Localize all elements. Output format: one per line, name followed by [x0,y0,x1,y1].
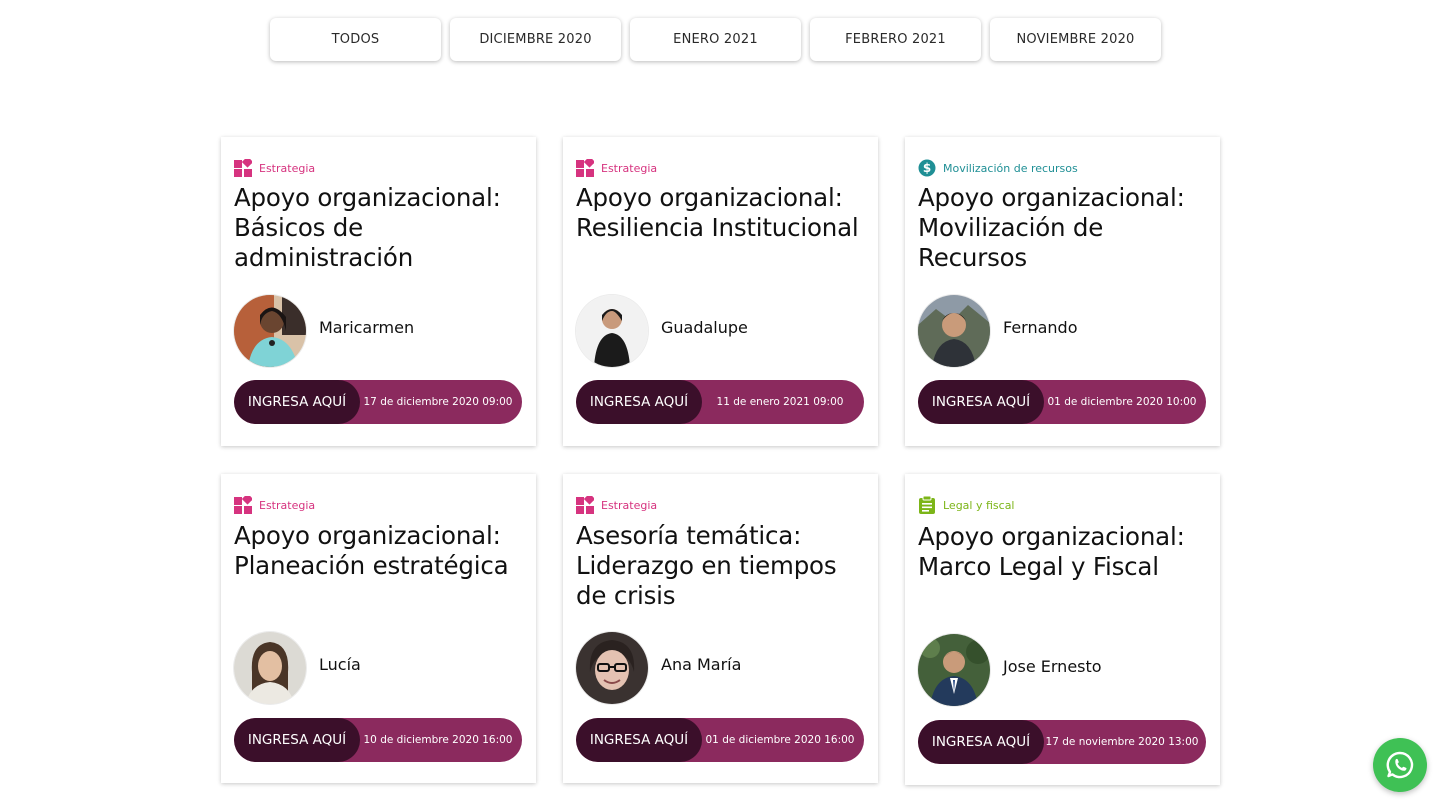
speaker-name: Maricarmen [319,318,415,337]
session-cta: INGRESA AQUÍ 17 de diciembre 2020 09:00 [234,380,522,424]
course-card: Estrategia Apoyo organizacional: Planeac… [221,474,536,783]
card-title: Apoyo organizacional: Marco Legal y Fisc… [918,522,1185,581]
category-label: Legal y fiscal [918,496,1015,514]
whatsapp-icon [1386,751,1414,779]
category-text: Estrategia [601,498,658,512]
category-text: Estrategia [259,161,316,175]
ingresa-aqui-button[interactable]: INGRESA AQUÍ [234,718,360,762]
filter-todos[interactable]: TODOS [270,18,441,61]
session-date: 11 de enero 2021 09:00 [716,396,844,408]
course-card: $ Movilización de recursos Apoyo organiz… [905,137,1220,446]
course-card: Legal y fiscal Apoyo organizacional: Mar… [905,474,1220,785]
session-date: 01 de diciembre 2020 10:00 [1047,396,1197,408]
speaker-name: Fernando [1003,318,1078,337]
tiles-icon [234,496,252,514]
card-title: Apoyo organizacional: Resiliencia Instit… [576,183,859,242]
tiles-icon [576,496,594,514]
clipboard-icon [919,496,935,514]
category-label: Estrategia [234,496,315,514]
tiles-icon [576,159,594,177]
filter-noviembre-2020[interactable]: NOVIEMBRE 2020 [990,18,1161,61]
card-title: Apoyo organizacional: Planeación estraté… [234,521,509,580]
category-label: Estrategia [234,159,315,177]
session-cta: INGRESA AQUÍ 10 de diciembre 2020 16:00 [234,718,522,762]
speaker-name: Ana María [661,655,742,674]
category-text: Movilización de recursos [943,161,1078,175]
session-date: 17 de diciembre 2020 09:00 [363,396,513,408]
avatar [234,632,306,704]
filter-enero-2021[interactable]: ENERO 2021 [630,18,801,61]
category-label: $ Movilización de recursos [918,159,1078,177]
category-text: Estrategia [259,498,316,512]
category-text: Estrategia [601,161,658,175]
session-date: 01 de diciembre 2020 16:00 [705,734,855,746]
card-title: Apoyo organizacional: Básicos de adminis… [234,183,501,272]
category-label: Estrategia [576,159,657,177]
session-cta: INGRESA AQUÍ 01 de diciembre 2020 16:00 [576,718,864,762]
tiles-icon [234,159,252,177]
session-cta: INGRESA AQUÍ 11 de enero 2021 09:00 [576,380,864,424]
whatsapp-button[interactable] [1373,738,1427,792]
session-date: 10 de diciembre 2020 16:00 [363,734,513,746]
ingresa-aqui-button[interactable]: INGRESA AQUÍ [234,380,360,424]
avatar [576,632,648,704]
card-title: Asesoría temática: Liderazgo en tiempos … [576,521,837,610]
category-label: Estrategia [576,496,657,514]
course-card: Estrategia Apoyo organizacional: Básicos… [221,137,536,446]
ingresa-aqui-button[interactable]: INGRESA AQUÍ [576,718,702,762]
ingresa-aqui-button[interactable]: INGRESA AQUÍ [918,720,1044,764]
filter-diciembre-2020[interactable]: DICIEMBRE 2020 [450,18,621,61]
session-date: 17 de noviembre 2020 13:00 [1045,736,1199,748]
course-card: Estrategia Apoyo organizacional: Resilie… [563,137,878,446]
month-filter-bar: TODOS DICIEMBRE 2020 ENERO 2021 FEBRERO … [270,18,1161,61]
speaker-name: Guadalupe [661,318,748,337]
session-cta: INGRESA AQUÍ 01 de diciembre 2020 10:00 [918,380,1206,424]
card-title: Apoyo organizacional: Movilización de Re… [918,183,1185,272]
dollar-coin-icon: $ [918,159,936,177]
course-card: Estrategia Asesoría temática: Liderazgo … [563,474,878,783]
ingresa-aqui-button[interactable]: INGRESA AQUÍ [576,380,702,424]
speaker-name: Jose Ernesto [1003,657,1102,676]
avatar [918,634,990,706]
avatar [234,295,306,367]
avatar [918,295,990,367]
category-text: Legal y fiscal [943,498,1015,512]
avatar [576,295,648,367]
speaker-name: Lucía [319,655,361,674]
filter-febrero-2021[interactable]: FEBRERO 2021 [810,18,981,61]
svg-text:$: $ [923,161,931,175]
session-cta: INGRESA AQUÍ 17 de noviembre 2020 13:00 [918,720,1206,764]
ingresa-aqui-button[interactable]: INGRESA AQUÍ [918,380,1044,424]
